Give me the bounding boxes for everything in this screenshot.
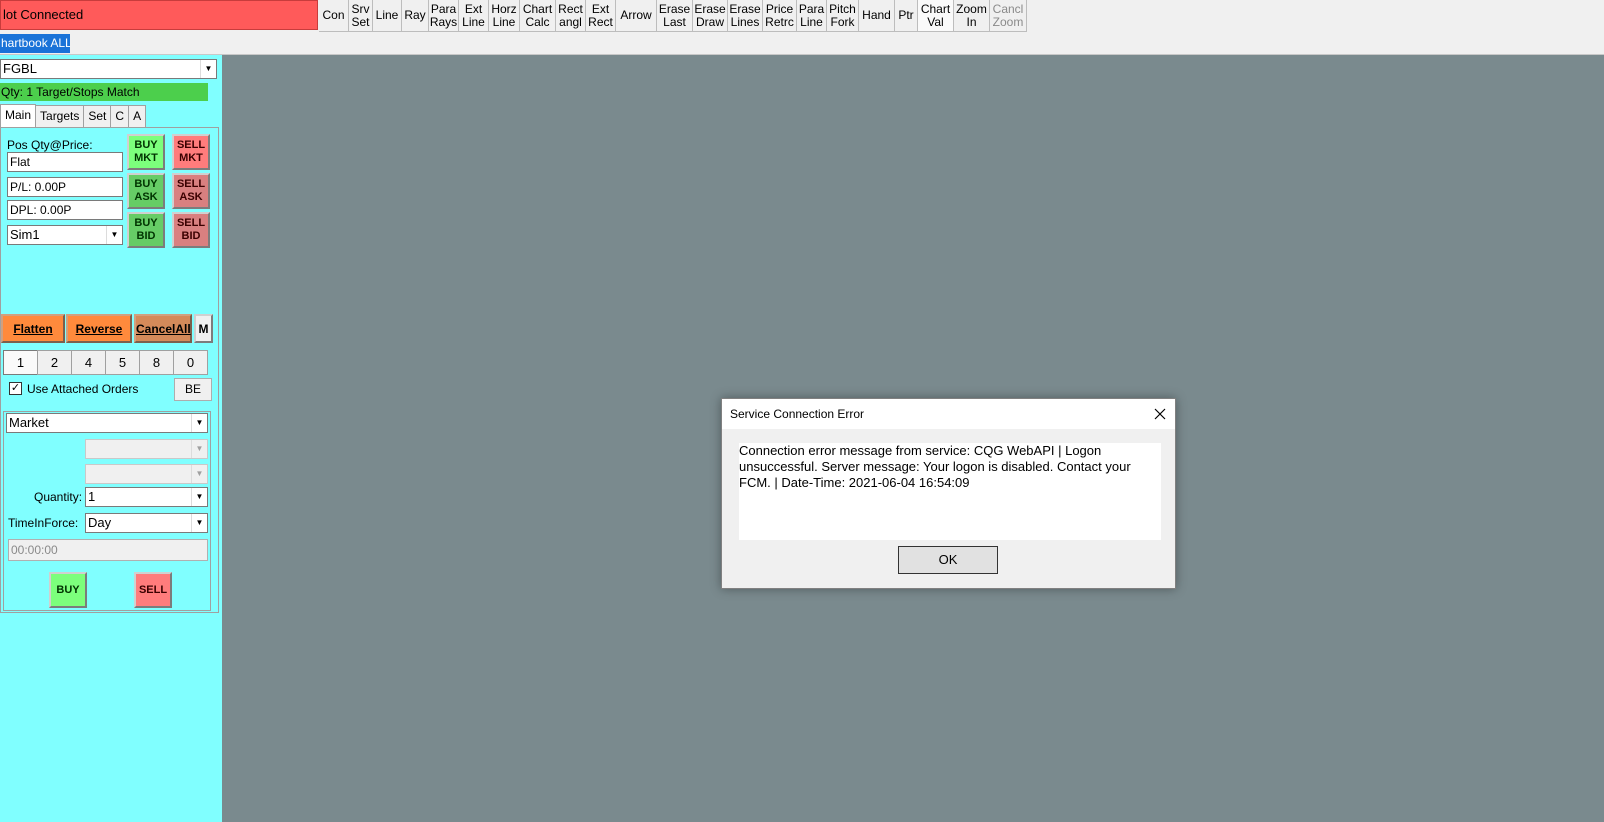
sell-bid-button[interactable]: SELL BID xyxy=(172,212,210,248)
chevron-down-icon: ▼ xyxy=(191,465,207,483)
quantity-5-button[interactable]: 5 xyxy=(105,350,140,375)
price-select-1[interactable]: ▼ xyxy=(85,439,208,459)
reverse-button[interactable]: Reverse xyxy=(66,314,132,343)
target-stops-match-bar: Qty: 1 Target/Stops Match xyxy=(0,83,208,101)
order-entry-group: Market ▼ ▼ ▼ Quantity: 1 ▼ TimeInForce: … xyxy=(3,411,211,611)
dialog-message-line-2: unsuccessful. Server message: Your logon… xyxy=(739,459,1131,474)
tool-con-button[interactable]: Con xyxy=(319,0,349,32)
cancel-all-button[interactable]: CancelAll xyxy=(134,314,192,343)
position-value: Flat xyxy=(7,152,123,172)
quantity-8-button[interactable]: 8 xyxy=(139,350,174,375)
tool-ext-line-button[interactable]: Ext Line xyxy=(459,0,489,32)
chevron-down-icon: ▼ xyxy=(191,488,207,506)
sell-mkt-button[interactable]: SELL MKT xyxy=(172,134,210,170)
dpl-value: DPL: 0.00P xyxy=(7,200,123,220)
connection-status: lot Connected xyxy=(0,0,318,30)
chevron-down-icon: ▼ xyxy=(191,514,207,532)
ok-button[interactable]: OK xyxy=(898,546,998,574)
tool-ptr-button[interactable]: Ptr xyxy=(895,0,918,32)
tool-erase-draw-button[interactable]: Erase Draw xyxy=(693,0,728,32)
price-select-2[interactable]: ▼ xyxy=(85,464,208,484)
tool-line-button[interactable]: Line xyxy=(373,0,402,32)
tool-ray-button[interactable]: Ray xyxy=(402,0,429,32)
buy-mkt-button[interactable]: BUY MKT xyxy=(127,134,165,170)
buy-ask-button[interactable]: BUY ASK xyxy=(127,173,165,209)
tab-set[interactable]: Set xyxy=(83,105,112,127)
quantity-4-button[interactable]: 4 xyxy=(71,350,106,375)
quantity-select[interactable]: 1 ▼ xyxy=(85,487,208,507)
tool-price-retrc-button[interactable]: Price Retrc xyxy=(763,0,797,32)
order-type-select[interactable]: Market ▼ xyxy=(6,413,208,433)
use-attached-orders-label: Use Attached Orders xyxy=(27,382,139,396)
time-in-force-label: TimeInForce: xyxy=(8,516,79,530)
quantity-label: Quantity: xyxy=(34,490,83,504)
tool-zoom-in-button[interactable]: Zoom In xyxy=(954,0,990,32)
tool-horz-line-button[interactable]: Horz Line xyxy=(489,0,520,32)
tool-ext-rect-button[interactable]: Ext Rect xyxy=(586,0,616,32)
tool-chart-calc-button[interactable]: Chart Calc xyxy=(520,0,556,32)
service-connection-error-dialog: Service Connection Error Connection erro… xyxy=(721,398,1176,589)
tab-main[interactable]: Main xyxy=(0,104,37,127)
dialog-message-line-3: FCM. | Date-Time: 2021-06-04 16:54:09 xyxy=(739,475,970,490)
tool-srv-set-button[interactable]: Srv Set xyxy=(349,0,373,32)
close-icon[interactable] xyxy=(1151,405,1169,423)
time-in-force-value: Day xyxy=(88,515,112,530)
quantity-1-button[interactable]: 1 xyxy=(3,350,38,375)
sell-button[interactable]: SELL xyxy=(134,572,172,608)
symbol-value: FGBL xyxy=(3,61,37,76)
quick-quantity-row: 1 2 4 5 8 0 xyxy=(3,350,208,375)
buy-button[interactable]: BUY xyxy=(49,572,87,608)
sell-ask-button[interactable]: SELL ASK xyxy=(172,173,210,209)
position-label: Pos Qty@Price: xyxy=(7,138,93,152)
tool-arrow-button[interactable]: Arrow xyxy=(616,0,657,32)
dialog-message: Connection error message from service: C… xyxy=(739,443,1161,540)
order-type-value: Market xyxy=(9,415,49,430)
drawing-toolbar: Con Srv Set Line Ray Para Rays Ext Line Hor… xyxy=(319,0,1027,32)
chevron-down-icon: ▼ xyxy=(191,440,207,458)
time-in-force-select[interactable]: Day ▼ xyxy=(85,513,208,533)
tab-a[interactable]: A xyxy=(128,105,147,127)
chevron-down-icon: ▼ xyxy=(106,226,122,244)
tab-targets[interactable]: Targets xyxy=(35,105,85,127)
pl-value: P/L: 0.00P xyxy=(7,177,123,197)
tab-c[interactable]: C xyxy=(110,105,130,127)
quantity-value: 1 xyxy=(88,489,96,504)
dialog-title: Service Connection Error xyxy=(722,399,1175,429)
quantity-2-button[interactable]: 2 xyxy=(37,350,72,375)
trade-window-panel: FGBL ▼ Qty: 1 Target/Stops Match Main Ta… xyxy=(0,55,222,822)
m-button[interactable]: M xyxy=(194,314,213,343)
flatten-button[interactable]: Flatten xyxy=(1,314,65,343)
account-value: Sim1 xyxy=(10,227,40,242)
time-field[interactable]: 00:00:00 xyxy=(8,539,208,561)
dialog-message-line-1: Connection error message from service: C… xyxy=(739,443,1102,458)
quantity-0-button[interactable]: 0 xyxy=(173,350,208,375)
buy-bid-button[interactable]: BUY BID xyxy=(127,212,165,248)
chevron-down-icon: ▼ xyxy=(191,414,207,432)
account-select[interactable]: Sim1 ▼ xyxy=(7,225,123,245)
tool-para-line-button[interactable]: Para Line xyxy=(797,0,827,32)
trade-tabs: Main Targets Set C A xyxy=(0,104,147,127)
tool-para-rays-button[interactable]: Para Rays xyxy=(429,0,459,32)
tool-erase-lines-button[interactable]: Erase Lines xyxy=(728,0,763,32)
chartbook-tab[interactable]: hartbook ALL xyxy=(0,34,70,53)
tool-chart-val-button[interactable]: Chart Val xyxy=(918,0,954,32)
symbol-select[interactable]: FGBL ▼ xyxy=(0,59,217,79)
tool-erase-last-button[interactable]: Erase Last xyxy=(657,0,693,32)
tool-pitch-fork-button[interactable]: Pitch Fork xyxy=(827,0,859,32)
use-attached-orders-checkbox[interactable]: ✓ xyxy=(9,382,22,395)
chevron-down-icon: ▼ xyxy=(200,60,216,78)
tool-rect-angl-button[interactable]: Rect angl xyxy=(556,0,586,32)
be-button[interactable]: BE xyxy=(174,378,212,401)
tool-hand-button[interactable]: Hand xyxy=(859,0,895,32)
tool-cancel-zoom-button[interactable]: Cancl Zoom xyxy=(990,0,1027,32)
